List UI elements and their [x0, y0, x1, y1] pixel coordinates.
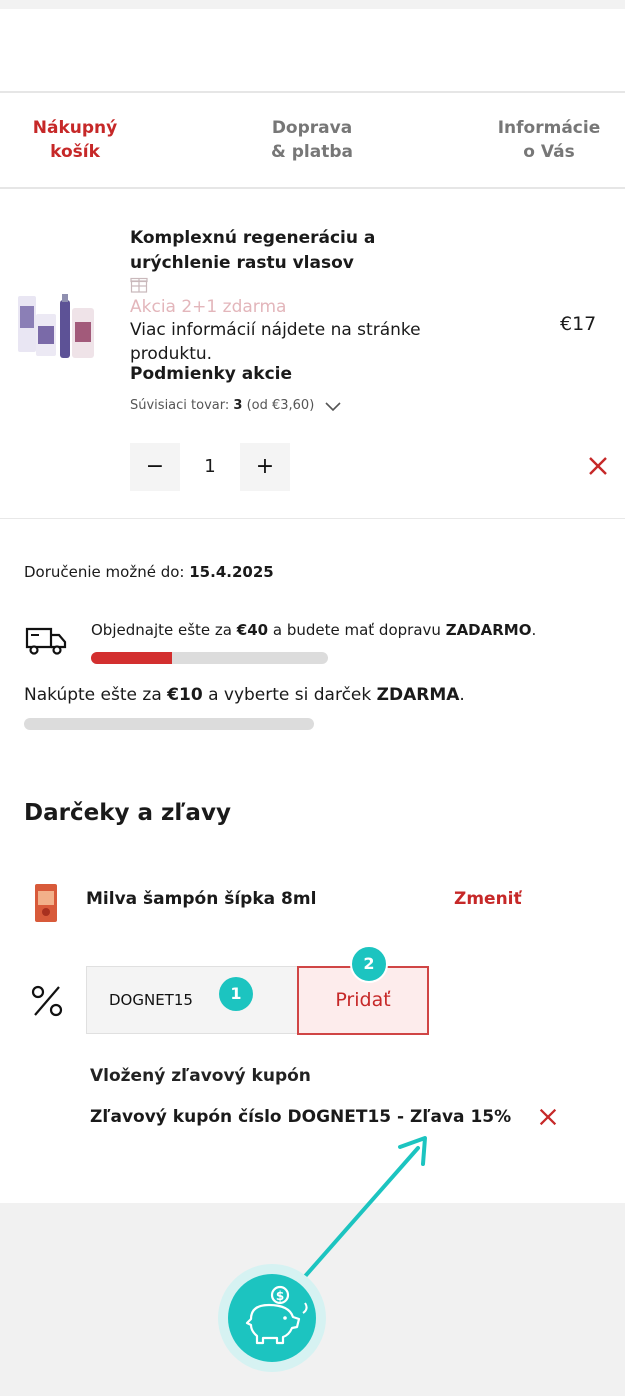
percent-icon	[31, 985, 63, 1017]
free-gift-message: Nakúpte ešte za €10 a vyberte si darček …	[24, 685, 465, 705]
step-cart-line1: Nákupný	[32, 118, 118, 138]
gifts-heading: Darčeky a zľavy	[24, 800, 231, 826]
applied-coupon-heading: Vložený zľavový kupón	[90, 1066, 311, 1086]
top-bar	[0, 0, 625, 9]
related-price: (od €3,60)	[246, 398, 315, 413]
shipping-progress-bar	[91, 652, 328, 664]
promo-conditions-link[interactable]: Podmienky akcie	[130, 364, 292, 384]
promo-info: Viac informácií nájdete na stránke produ…	[130, 320, 421, 364]
gift-icon	[130, 277, 148, 293]
step-info-line2: o Vás	[523, 142, 575, 162]
coupon-code-input[interactable]: DOGNET15	[86, 966, 298, 1034]
gift-free: ZDARMA	[376, 685, 460, 705]
change-gift-link[interactable]: Zmeniť	[454, 889, 522, 909]
step-badge-1: 1	[219, 977, 253, 1011]
quantity-decrease-button[interactable]: −	[130, 443, 180, 491]
piggy-bank-icon: $	[218, 1264, 326, 1372]
gift-progress-bar	[24, 718, 314, 730]
related-products[interactable]: Súvisiaci tovar: 3 (od €3,60)	[130, 398, 342, 413]
related-label: Súvisiaci tovar:	[130, 398, 230, 413]
step-shipping-line1: Doprava	[271, 118, 353, 138]
quantity-value[interactable]: 1	[190, 443, 230, 491]
shipping-amount: €40	[236, 621, 269, 639]
gift-text-mid: a vyberte si darček	[208, 685, 372, 705]
delivery-date: 15.4.2025	[189, 563, 274, 581]
step-shipping[interactable]: Doprava & platba	[232, 116, 392, 164]
steps-divider	[0, 187, 625, 189]
shipping-text-mid: a budete mať dopravu	[272, 621, 441, 639]
step-cart[interactable]: Nákupný košík	[0, 116, 155, 164]
header-divider	[0, 91, 625, 93]
product-image[interactable]	[16, 292, 98, 360]
shipping-free: ZADARMO	[445, 621, 532, 639]
gift-end: .	[459, 685, 465, 705]
shipping-end: .	[531, 621, 537, 639]
gift-amount: €10	[167, 685, 203, 705]
product-price: €17	[560, 313, 597, 335]
chevron-down-icon	[325, 401, 341, 411]
quantity-increase-button[interactable]: +	[240, 443, 290, 491]
cart-divider	[0, 518, 625, 519]
gift-product-image	[35, 884, 57, 922]
step-shipping-line2: & platba	[271, 142, 353, 162]
remove-icon[interactable]	[586, 454, 610, 478]
related-count: 3	[233, 398, 243, 413]
step-cart-line2: košík	[50, 142, 100, 162]
shipping-text-pre: Objednajte ešte za	[91, 621, 232, 639]
product-name[interactable]: Komplexnú regeneráciu a urýchlenie rastu…	[130, 226, 430, 276]
gift-text-pre: Nakúpte ešte za	[24, 685, 162, 705]
delivery-label: Doručenie možné do:	[24, 563, 185, 581]
svg-text:$: $	[276, 1289, 284, 1303]
truck-icon	[25, 627, 67, 655]
free-shipping-message: Objednajte ešte za €40 a budete mať dopr…	[91, 621, 536, 639]
step-badge-2: 2	[350, 945, 388, 983]
step-info-line1: Informácie	[497, 118, 601, 138]
shipping-progress-fill	[91, 652, 172, 664]
gift-product-name: Milva šampón šípka 8ml	[86, 889, 317, 909]
step-info[interactable]: Informácie o Vás	[469, 116, 625, 164]
delivery-info: Doručenie možné do: 15.4.2025	[24, 563, 274, 581]
promo-label: Akcia 2+1 zdarma	[130, 297, 287, 317]
